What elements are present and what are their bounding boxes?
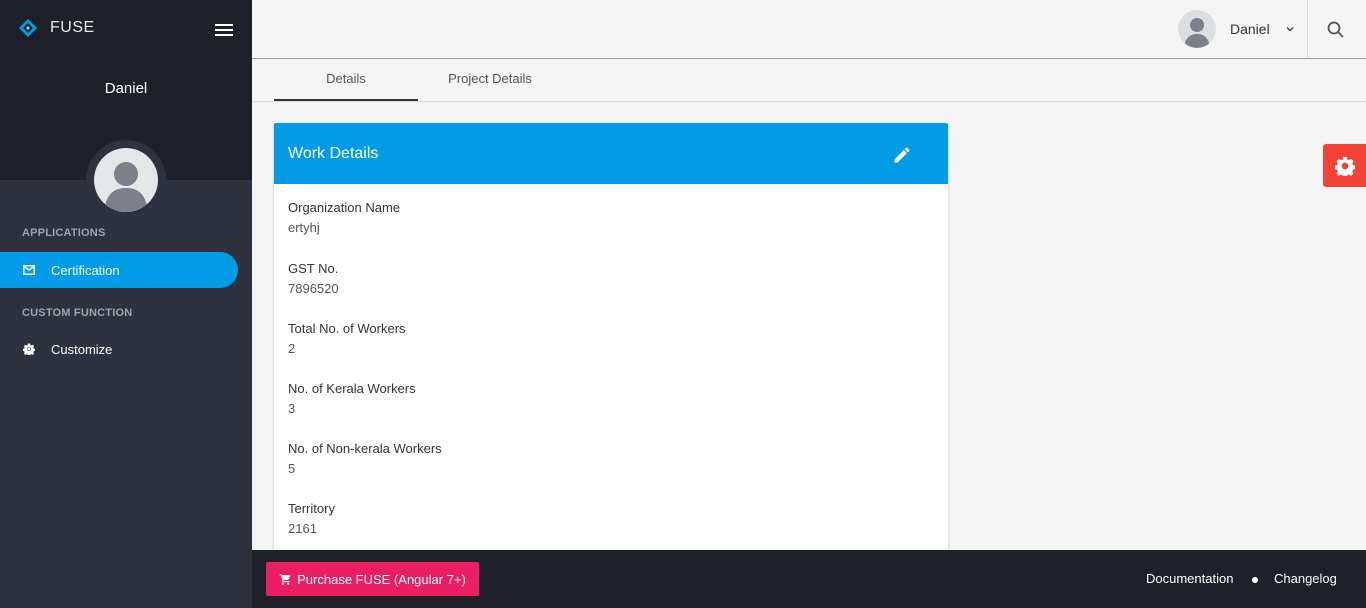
changelog-link[interactable]: Changelog bbox=[1274, 571, 1337, 586]
nav-section-custom-function: CUSTOM FUNCTION bbox=[22, 307, 133, 319]
cart-icon bbox=[279, 573, 291, 585]
gear-icon bbox=[22, 342, 36, 356]
theme-settings-button[interactable] bbox=[1323, 144, 1366, 187]
field-label: Territory bbox=[288, 501, 335, 516]
field-value: 5 bbox=[288, 461, 296, 476]
menu-toggle-icon[interactable] bbox=[213, 21, 235, 39]
field-value: 7896520 bbox=[288, 281, 339, 296]
nav-item-certification[interactable]: Certification bbox=[0, 252, 238, 288]
card-title: Work Details bbox=[288, 145, 379, 162]
field-organization-name: Organization Name ertyhj bbox=[288, 200, 400, 235]
nav-item-customize[interactable]: Customize bbox=[0, 331, 238, 367]
nav-section-applications: APPLICATIONS bbox=[22, 227, 106, 239]
field-total-workers: Total No. of Workers 2 bbox=[288, 321, 406, 356]
sidebar: FUSE Daniel APPLICATIONS Certification C… bbox=[0, 0, 252, 608]
field-territory: Territory 2161 bbox=[288, 501, 335, 536]
gear-icon bbox=[1334, 156, 1355, 176]
app-name: FUSE bbox=[50, 19, 95, 36]
purchase-button-label: Purchase FUSE (Angular 7+) bbox=[297, 571, 466, 587]
field-gst-no: GST No. 7896520 bbox=[288, 261, 339, 296]
field-kerala-workers: No. of Kerala Workers 3 bbox=[288, 381, 416, 416]
top-toolbar: Daniel bbox=[252, 0, 1366, 59]
toolbar-divider bbox=[1307, 0, 1308, 58]
sidebar-avatar bbox=[94, 148, 158, 212]
field-label: Total No. of Workers bbox=[288, 321, 406, 336]
field-value: 2 bbox=[288, 341, 296, 356]
fuse-logo-icon bbox=[19, 19, 37, 37]
field-value: 3 bbox=[288, 401, 296, 416]
purchase-button[interactable]: Purchase FUSE (Angular 7+) bbox=[266, 562, 479, 596]
edit-pencil-icon[interactable] bbox=[892, 145, 912, 165]
tab-bar: Details Project Details bbox=[252, 60, 1366, 102]
footer-separator-dot bbox=[1252, 577, 1258, 583]
field-value: ertyhj bbox=[288, 220, 320, 235]
search-icon[interactable] bbox=[1326, 20, 1346, 40]
card-header: Work Details bbox=[274, 123, 948, 184]
field-label: Organization Name bbox=[288, 200, 400, 215]
nav-item-label: Certification bbox=[51, 262, 120, 278]
documentation-link[interactable]: Documentation bbox=[1146, 571, 1233, 586]
field-non-kerala-workers: No. of Non-kerala Workers 5 bbox=[288, 441, 442, 476]
user-menu-button[interactable]: Daniel bbox=[1178, 10, 1296, 48]
tab-project-details[interactable]: Project Details bbox=[418, 60, 562, 102]
chevron-down-icon bbox=[1286, 26, 1294, 32]
field-label: No. of Non-kerala Workers bbox=[288, 441, 442, 456]
toolbar-user-name: Daniel bbox=[1230, 21, 1270, 37]
person-silhouette-icon bbox=[1184, 18, 1210, 48]
field-label: No. of Kerala Workers bbox=[288, 381, 416, 396]
field-label: GST No. bbox=[288, 261, 339, 276]
mail-icon bbox=[22, 263, 36, 277]
sidebar-user-name: Daniel bbox=[104, 80, 148, 97]
field-value: 2161 bbox=[288, 521, 317, 536]
app-logo[interactable]: FUSE bbox=[18, 18, 95, 38]
work-details-card: Work Details Organization Name ertyhj GS… bbox=[274, 123, 948, 553]
footer: Purchase FUSE (Angular 7+) Documentation… bbox=[252, 550, 1366, 608]
tab-details[interactable]: Details bbox=[274, 60, 418, 101]
user-avatar bbox=[1178, 10, 1216, 48]
person-silhouette-icon bbox=[104, 162, 148, 212]
nav-item-label: Customize bbox=[51, 341, 113, 357]
